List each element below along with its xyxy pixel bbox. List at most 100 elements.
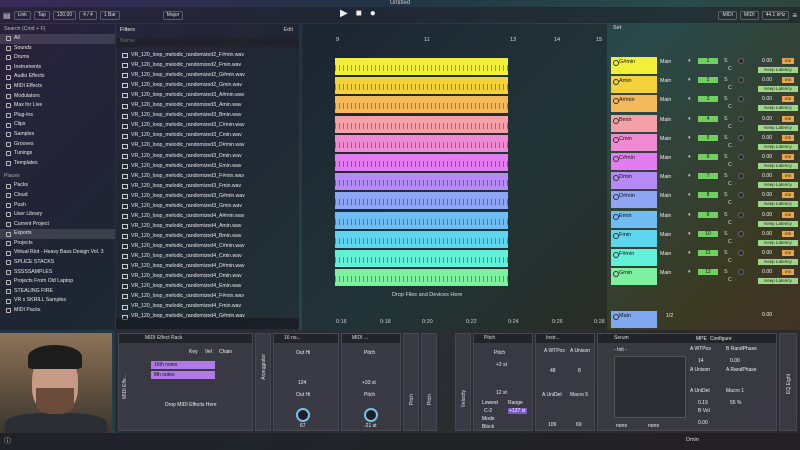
file-list-item[interactable]: VR_120_loop_melodic_randomized4_Fmin.wav xyxy=(122,302,241,312)
keep-latency-button[interactable]: Keep Latency xyxy=(758,163,798,169)
file-list-item[interactable]: VR_120_loop_melodic_randomized3_Bmin.wav xyxy=(122,111,241,121)
file-list-item[interactable]: VR_120_loop_melodic_randomized3_D#min.wa… xyxy=(122,141,245,151)
crossfade-button[interactable]: C xyxy=(728,200,732,206)
param-knob[interactable] xyxy=(296,408,310,422)
track-number[interactable]: 11 xyxy=(698,250,718,256)
pitch-device[interactable]: Pitch xyxy=(403,333,419,431)
pitch-device-large[interactable]: Pitch Pitch +2 st 12 st Lowest C-2 Range… xyxy=(473,333,533,431)
arrangement-clip[interactable] xyxy=(335,58,508,75)
track-number[interactable]: 4 xyxy=(698,115,718,122)
configure-button[interactable]: Configure xyxy=(710,336,732,342)
track-number[interactable]: 2 xyxy=(698,77,718,84)
crossfade-button[interactable]: C xyxy=(728,104,732,110)
link-button[interactable]: Link xyxy=(13,10,31,20)
arm-button[interactable] xyxy=(738,192,744,199)
file-list-item[interactable]: VR_120_loop_melodic_randomized4_Emin.wav xyxy=(122,282,241,292)
browser-category-tunings[interactable]: Tunings xyxy=(0,149,115,159)
delay-unit[interactable]: ms xyxy=(782,96,794,103)
param-value[interactable]: 124 xyxy=(298,380,306,386)
track-number[interactable]: 12 xyxy=(698,269,718,276)
track-output-select[interactable]: Main xyxy=(660,78,671,84)
pitch-device[interactable]: Pitch xyxy=(421,333,437,431)
arm-button[interactable] xyxy=(738,115,744,122)
delay-unit[interactable]: ms xyxy=(782,230,794,237)
solo-button[interactable]: S xyxy=(724,173,727,179)
browser-category-grooves[interactable]: Grooves xyxy=(0,140,115,150)
crossfade-button[interactable]: C xyxy=(728,162,732,168)
keep-latency-button[interactable]: Keep Latency xyxy=(758,124,798,131)
stop-icon[interactable]: ■ xyxy=(356,8,362,20)
none-select[interactable]: none xyxy=(648,423,659,429)
velocity-range-device[interactable]: 16 no... Out Hi 124 Out Hi 67 xyxy=(273,333,339,431)
file-list-item[interactable]: VR_120_loop_melodic_randomized4_F#min.wa… xyxy=(122,292,244,302)
arm-button[interactable] xyxy=(738,77,744,84)
keep-latency-button[interactable]: Keep Latency xyxy=(758,182,798,189)
browser-category-audio-effects[interactable]: Audio Effects xyxy=(0,72,115,82)
crossfade-button[interactable]: C xyxy=(728,277,732,283)
track-volume[interactable]: 0.00 xyxy=(762,58,772,64)
keep-latency-button[interactable]: Keep Latency xyxy=(758,220,798,227)
track-output-select[interactable]: Main xyxy=(660,251,671,257)
delay-unit[interactable]: ms xyxy=(782,192,794,199)
arpeggiator-device[interactable]: Arpeggiator xyxy=(255,333,271,431)
waveform-preview[interactable] xyxy=(116,318,299,329)
track-output-select[interactable]: Main xyxy=(660,270,671,276)
delay-unit[interactable]: ms xyxy=(782,134,794,141)
chevron-down-icon[interactable]: ▾ xyxy=(688,77,691,83)
solo-button[interactable]: S xyxy=(724,269,727,275)
pitch-device[interactable]: MIDI ... Pitch +33 st Pitch -21 st xyxy=(341,333,401,431)
track-name[interactable]: F#min xyxy=(611,249,657,266)
file-list-item[interactable]: VR_120_loop_melodic_randomized3_G#min.wa… xyxy=(122,192,245,202)
arrangement-clip[interactable] xyxy=(335,154,508,171)
browser-category-templates[interactable]: Templates xyxy=(0,159,115,169)
track-number[interactable]: 1 xyxy=(698,58,718,64)
track-name[interactable]: Dmin xyxy=(611,172,657,190)
arrangement-clip[interactable] xyxy=(335,77,508,95)
main-track-name[interactable]: Main xyxy=(611,311,657,328)
track-volume[interactable]: 0.00 xyxy=(762,231,772,237)
param-value[interactable]: 48 xyxy=(550,368,556,374)
info-icon[interactable]: ⓘ xyxy=(4,436,11,446)
quantize-select[interactable]: 1 Bar xyxy=(99,10,120,20)
places-item[interactable]: Projects xyxy=(0,239,115,249)
places-item[interactable]: User Library xyxy=(0,210,115,220)
param-value[interactable]: C-2 xyxy=(484,408,492,414)
param-value[interactable]: 55 % xyxy=(730,400,741,406)
track-number[interactable]: 8 xyxy=(698,192,718,199)
track-output-select[interactable]: Main xyxy=(660,213,671,219)
delay-unit[interactable]: ms xyxy=(782,211,794,218)
solo-button[interactable]: S xyxy=(724,96,727,102)
instrument-rack[interactable]: Instr... A WTPos A Unison 48 8 A UniDet … xyxy=(535,333,595,431)
track-output-select[interactable]: Main xyxy=(660,174,671,180)
file-list-item[interactable]: VR_120_loop_melodic_randomized4_A#min.wa… xyxy=(122,212,244,222)
track-output-select[interactable]: Main xyxy=(660,59,671,65)
arrangement-clip[interactable] xyxy=(335,173,508,191)
file-list-item[interactable]: VR_120_loop_melodic_randomized4_Cmin.wav xyxy=(122,252,242,262)
file-list-item[interactable]: VR_120_loop_melodic_randomized2_F#min.wa… xyxy=(122,51,244,61)
crossfade-button[interactable]: C xyxy=(728,124,732,130)
track-name[interactable]: Amin xyxy=(611,76,657,94)
track-number[interactable]: 6 xyxy=(698,154,718,160)
solo-button[interactable]: S xyxy=(724,231,727,237)
param-value[interactable]: 69 xyxy=(576,422,582,428)
chevron-down-icon[interactable]: ▾ xyxy=(688,135,691,141)
track-output-select[interactable]: Main xyxy=(660,193,671,199)
play-icon[interactable]: ▶ xyxy=(340,8,348,20)
places-item[interactable]: Exports xyxy=(0,229,115,239)
track-output-select[interactable]: Main xyxy=(660,136,671,142)
set-label[interactable]: Set xyxy=(613,25,621,31)
file-list-item[interactable]: VR_120_loop_melodic_randomized3_F#min.wa… xyxy=(122,172,244,182)
places-item[interactable]: Virtual Riot - Heavy Bass Design Vol. 3 xyxy=(0,248,115,258)
track-output-select[interactable]: Main xyxy=(660,232,671,238)
chevron-down-icon[interactable]: ▾ xyxy=(688,116,691,122)
browser-category-modulators[interactable]: Modulators xyxy=(0,92,115,102)
param-value[interactable]: 109 xyxy=(548,422,556,428)
crossfade-button[interactable]: C xyxy=(728,66,732,72)
chain-8th-notes[interactable]: 8th notes xyxy=(151,371,215,379)
chevron-down-icon[interactable]: ▾ xyxy=(688,269,691,275)
browser-category-drums[interactable]: Drums xyxy=(0,53,115,63)
main-track[interactable]: Main 1/2 0.00 xyxy=(608,310,800,330)
track-output-select[interactable]: Main xyxy=(660,155,671,161)
record-icon[interactable]: ● xyxy=(370,8,376,20)
solo-button[interactable]: S xyxy=(724,135,727,141)
